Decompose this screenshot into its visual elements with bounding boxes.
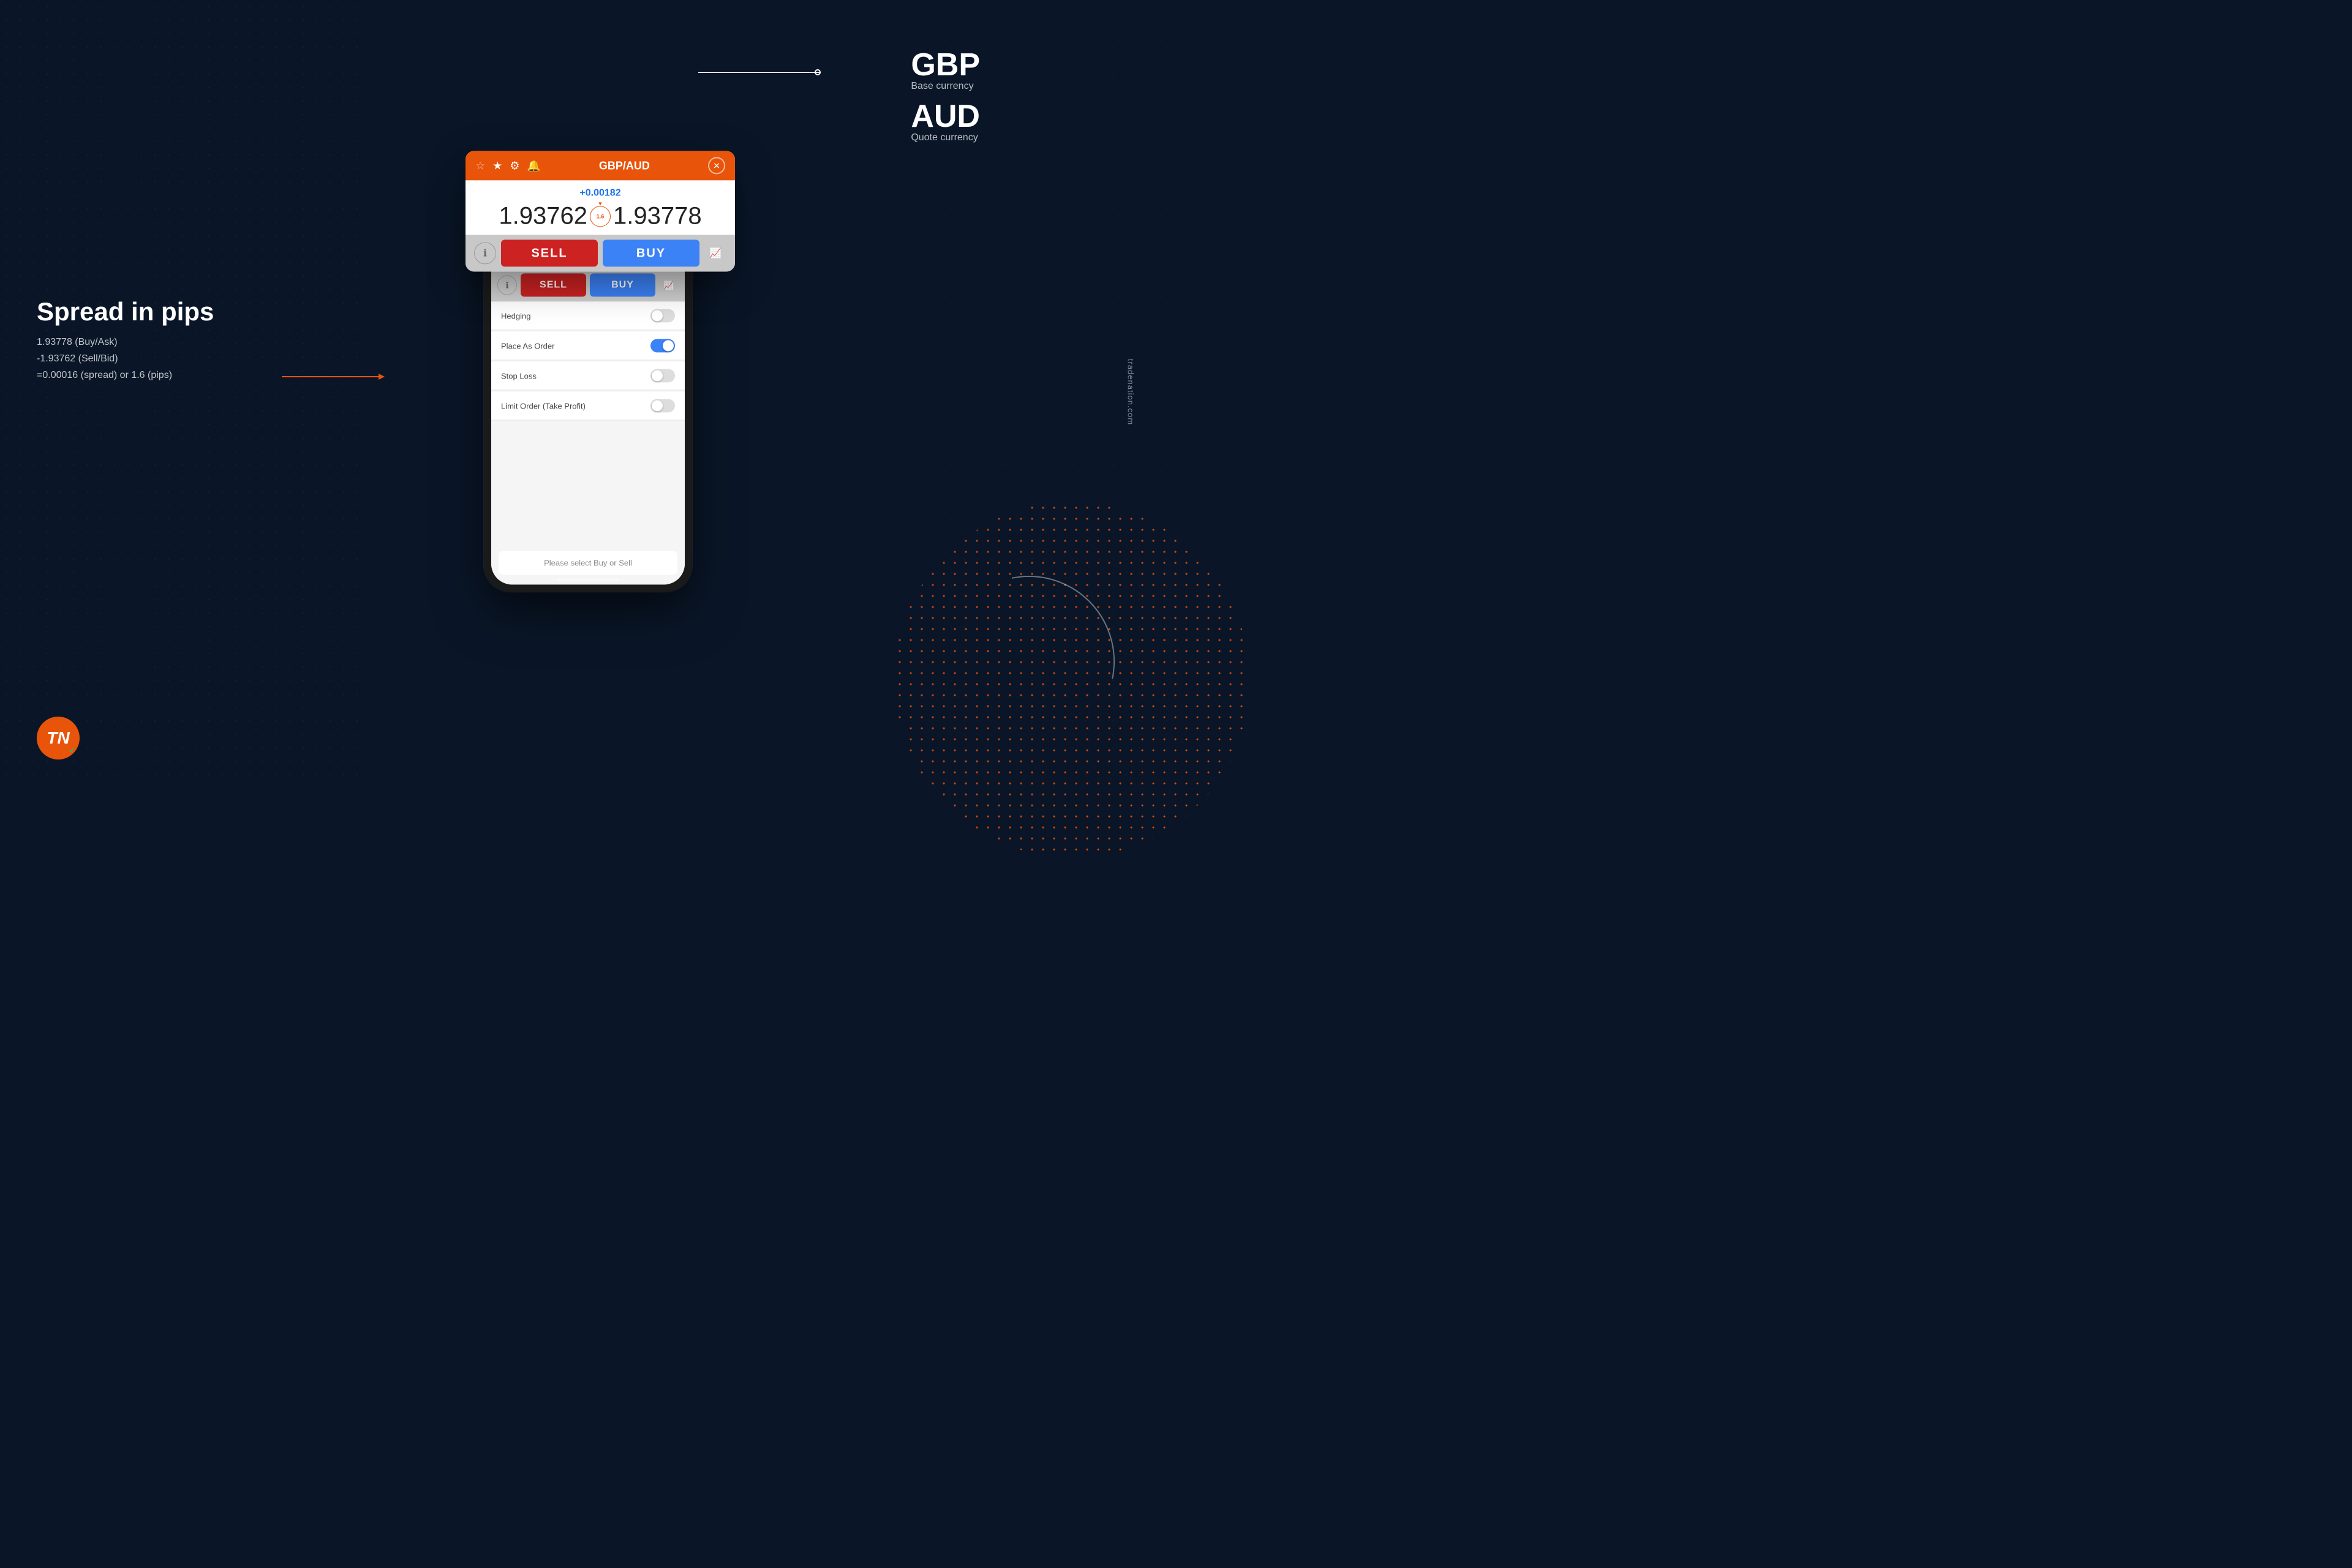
spread-title: Spread in pips bbox=[37, 298, 214, 326]
select-prompt: Please select Buy or Sell bbox=[499, 551, 677, 575]
option-row-stop-loss: Stop Loss bbox=[491, 361, 685, 390]
currency-annotation: GBP Base currency AUD Quote currency bbox=[911, 49, 980, 152]
sell-button[interactable]: SELL bbox=[521, 273, 586, 296]
quote-currency: AUD bbox=[911, 100, 980, 132]
bottom-section: Please select Buy or Sell bbox=[491, 438, 685, 584]
annotation-dot bbox=[815, 69, 821, 75]
popup-info-button[interactable]: ℹ bbox=[474, 242, 496, 264]
popup-price-section: +0.00182 1.93762 1.6 1.93778 bbox=[466, 180, 735, 235]
option-row-place-order: Place As Order bbox=[491, 331, 685, 360]
popup-chart-button[interactable]: 📈 bbox=[704, 242, 726, 264]
limit-order-toggle[interactable] bbox=[650, 399, 675, 412]
logo-t: T bbox=[47, 728, 57, 748]
popup-price-change: +0.00182 bbox=[478, 187, 723, 198]
popup-title: GBP/AUD bbox=[599, 159, 650, 172]
stop-loss-toggle[interactable] bbox=[650, 369, 675, 382]
popup-header-icons: ☆ ★ ⚙ 🔔 bbox=[475, 159, 541, 172]
spread-detail-line1: 1.93778 (Buy/Ask) -1.93762 (Sell/Bid) =0… bbox=[37, 334, 214, 384]
place-order-label: Place As Order bbox=[501, 341, 554, 350]
popup-settings-icon[interactable]: ⚙ bbox=[510, 159, 519, 172]
option-row-hedging: Hedging bbox=[491, 301, 685, 330]
home-indicator bbox=[557, 578, 619, 581]
options-section: Hedging Place As Order Stop Loss Limit O… bbox=[491, 301, 685, 438]
info-button[interactable]: ℹ bbox=[497, 275, 517, 295]
phone-device: ☆ ★ ⚙ 🔔 GBP/AUD ✕ +0.00182 1.93762 1.6 1… bbox=[484, 175, 692, 592]
place-order-toggle[interactable] bbox=[650, 339, 675, 352]
popup-buy-button[interactable]: BUY bbox=[603, 239, 699, 266]
annotation-line bbox=[698, 72, 821, 73]
hedging-label: Hedging bbox=[501, 311, 530, 320]
quote-currency-label: Quote currency bbox=[911, 132, 980, 143]
popup-spread-badge: 1.6 bbox=[590, 206, 611, 227]
buy-button[interactable]: BUY bbox=[590, 273, 655, 296]
option-row-limit-order: Limit Order (Take Profit) bbox=[491, 391, 685, 420]
spread-arrow bbox=[282, 376, 380, 377]
hedging-toggle[interactable] bbox=[650, 309, 675, 322]
popup-close-button[interactable]: ✕ bbox=[708, 157, 725, 174]
bg-dots-left bbox=[0, 0, 368, 784]
logo-n: N bbox=[57, 728, 69, 748]
trade-buttons: ℹ SELL BUY 📈 bbox=[491, 268, 685, 301]
popup-ask-price: 1.93778 bbox=[613, 202, 702, 230]
popup-header: ☆ ★ ⚙ 🔔 GBP/AUD ✕ bbox=[466, 151, 735, 180]
popup-bid-price: 1.93762 bbox=[499, 202, 587, 230]
base-currency-label: Base currency bbox=[911, 81, 980, 92]
popup-bell-icon[interactable]: 🔔 bbox=[527, 159, 540, 172]
popup-card: ☆ ★ ⚙ 🔔 GBP/AUD ✕ +0.00182 1.93762 1.6 1… bbox=[466, 151, 735, 271]
popup-price-row: 1.93762 1.6 1.93778 bbox=[478, 202, 723, 230]
popup-star-filled-icon[interactable]: ★ bbox=[492, 159, 502, 172]
chart-button[interactable]: 📈 bbox=[659, 275, 679, 295]
logo-checkmark: ✓ bbox=[69, 746, 75, 755]
limit-order-label: Limit Order (Take Profit) bbox=[501, 401, 586, 410]
popup-sell-button[interactable]: SELL bbox=[501, 239, 598, 266]
orange-circle-decoration bbox=[894, 502, 1250, 858]
popup-star-empty-icon[interactable]: ☆ bbox=[475, 159, 485, 172]
phone-wrapper: ☆ ★ ⚙ 🔔 GBP/AUD ✕ +0.00182 1.93762 1.6 1… bbox=[484, 175, 692, 592]
spread-annotation: Spread in pips 1.93778 (Buy/Ask) -1.9376… bbox=[37, 298, 214, 383]
stop-loss-label: Stop Loss bbox=[501, 371, 537, 380]
tn-logo-text: T N bbox=[47, 728, 69, 748]
website-text: tradenation.com bbox=[1126, 359, 1135, 425]
popup-trade-buttons: ℹ SELL BUY 📈 bbox=[466, 235, 735, 271]
base-currency: GBP bbox=[911, 49, 980, 81]
tn-logo: T N ✓ bbox=[37, 717, 80, 760]
